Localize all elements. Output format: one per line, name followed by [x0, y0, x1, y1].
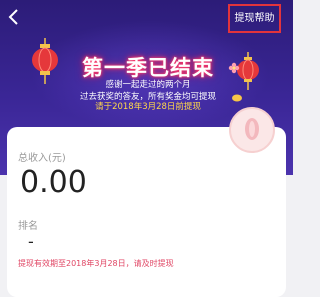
thanks-line: 感谢一起走过的两个月: [105, 80, 191, 90]
back-chevron-icon[interactable]: [6, 8, 24, 26]
withdraw-deadline-notice: 提现有效期至2018年3月28日，请及时提现: [18, 259, 174, 268]
total-income-label: 总收入(元): [18, 153, 66, 164]
deadline-line: 请于2018年3月28日前提现: [95, 102, 201, 112]
lantern-icon-left: [32, 38, 58, 84]
total-income-value: 0.00: [20, 165, 87, 200]
season-ended-title: 第一季已结束: [82, 56, 214, 80]
withdraw-help-button[interactable]: 提现帮助: [228, 4, 281, 33]
rank-value: -: [28, 232, 34, 251]
petal-icon: [245, 118, 259, 140]
avatar-bubble: [229, 107, 275, 153]
rank-label: 排名: [18, 221, 38, 232]
